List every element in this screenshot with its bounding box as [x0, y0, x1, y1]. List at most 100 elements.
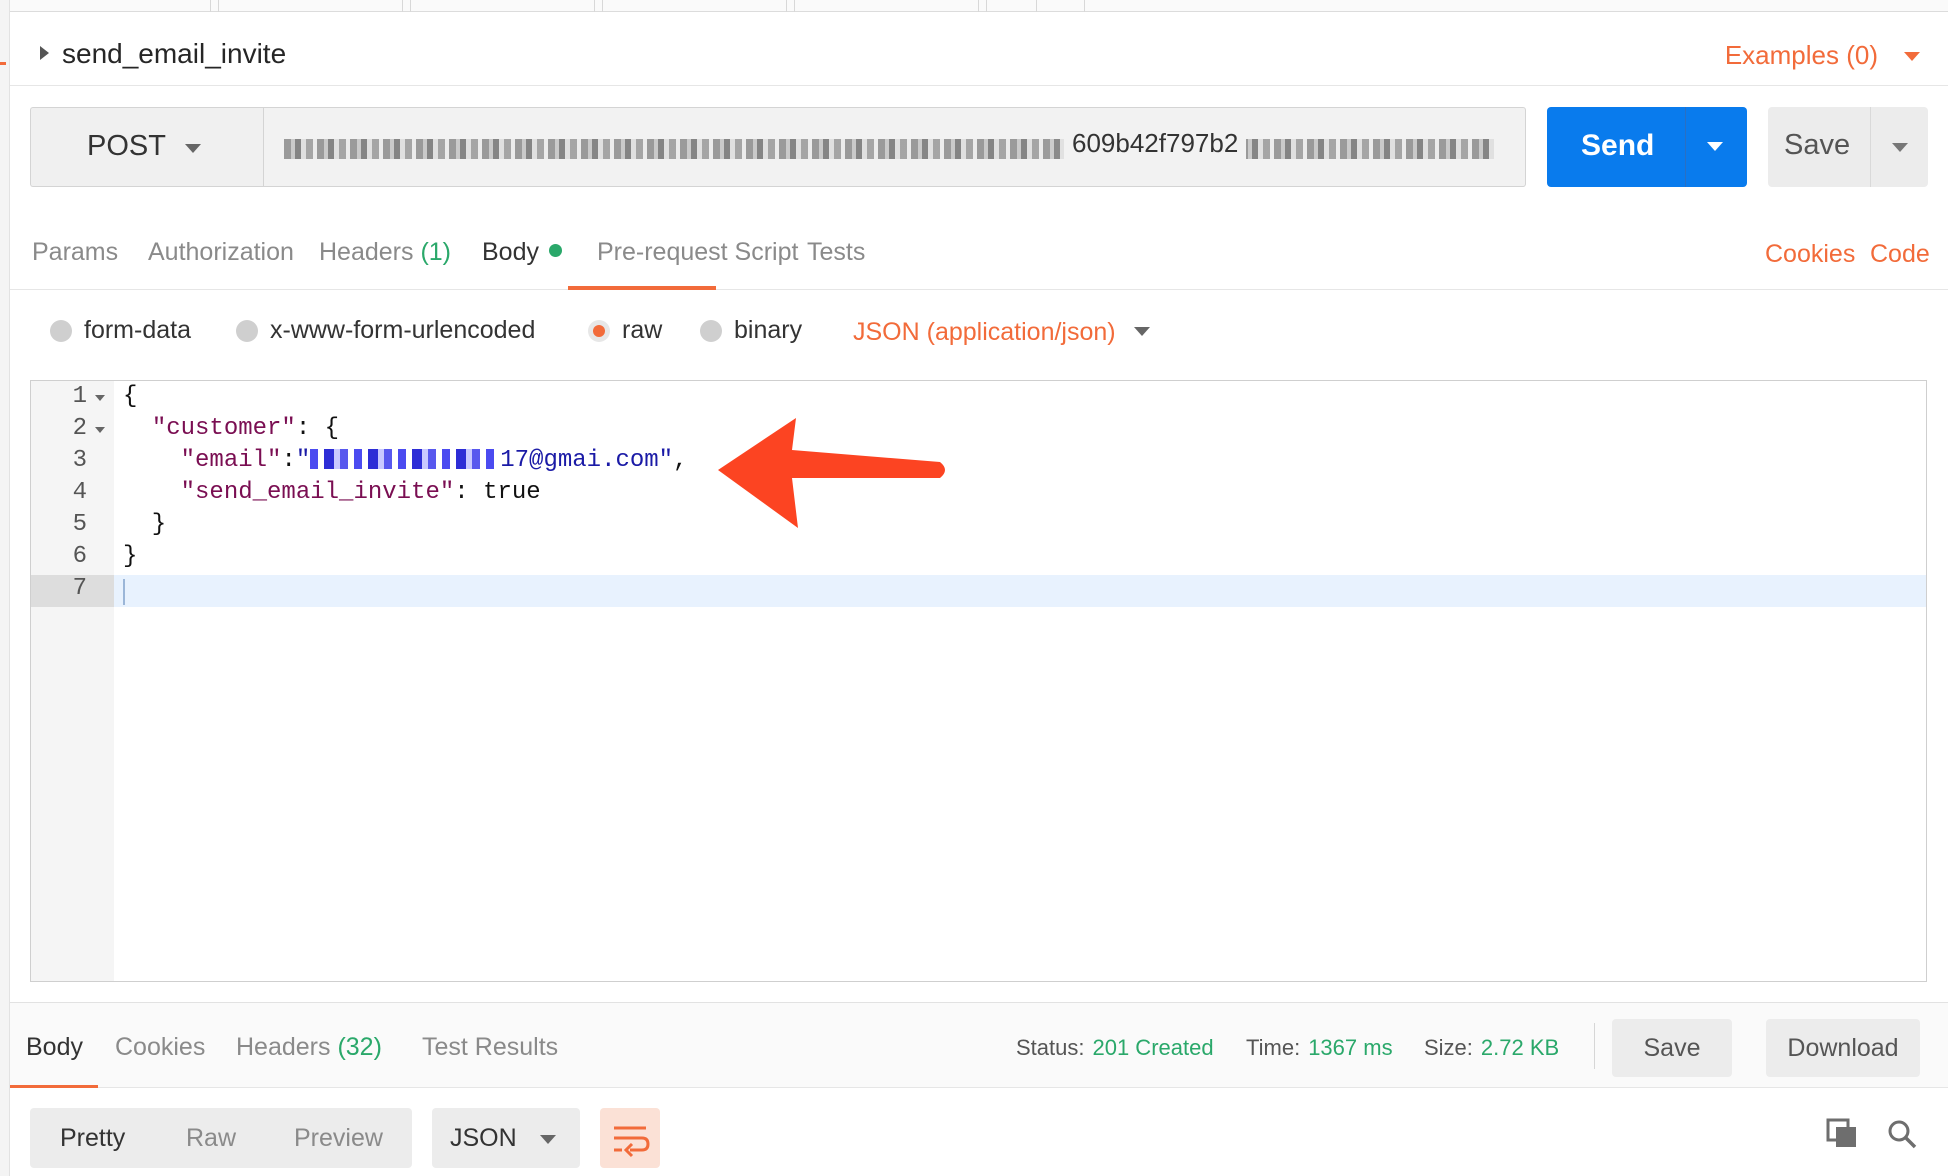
copy-icon[interactable] — [1826, 1118, 1860, 1150]
method-select[interactable]: POST — [30, 107, 263, 187]
tab-params[interactable]: Params — [32, 238, 118, 267]
tab-separator — [794, 0, 795, 12]
send-options-chevron-icon[interactable] — [1707, 142, 1723, 151]
line-number: 4 — [72, 479, 87, 506]
redacted-url — [284, 139, 1494, 159]
code-token: : — [281, 447, 296, 474]
urlencoded-label[interactable]: x-www-form-urlencoded — [270, 316, 535, 345]
request-name[interactable]: send_email_invite — [62, 38, 286, 70]
time-value: 1367 ms — [1308, 1035, 1393, 1060]
send-button[interactable]: Send — [1547, 107, 1747, 187]
radio-form-data[interactable] — [50, 320, 72, 342]
tab-authorization[interactable]: Authorization — [148, 238, 294, 267]
save-divider — [1870, 107, 1871, 187]
response-tab-cookies[interactable]: Cookies — [115, 1033, 205, 1062]
left-sidebar-edge — [0, 0, 10, 1176]
send-label: Send — [1581, 129, 1655, 162]
view-raw[interactable]: Raw — [186, 1124, 236, 1153]
response-tab-test-results[interactable]: Test Results — [422, 1033, 558, 1062]
status-value: 201 Created — [1092, 1035, 1214, 1060]
top-tab-strip — [10, 0, 1948, 12]
tab-separator — [602, 0, 603, 12]
line-number: 7 — [72, 575, 87, 602]
line-number: 6 — [72, 543, 87, 570]
status-label: Status: — [1016, 1035, 1085, 1060]
json-key-customer: "customer" — [151, 415, 296, 442]
save-options-chevron-icon[interactable] — [1892, 143, 1908, 152]
json-value-email: 17@gmai.com" — [500, 447, 674, 474]
text-cursor — [123, 579, 125, 605]
url-visible-text: 609b42f797b2 — [1064, 128, 1247, 159]
view-pretty[interactable]: Pretty — [60, 1124, 125, 1153]
chevron-down-icon[interactable] — [1134, 327, 1150, 336]
save-response-button[interactable]: Save — [1612, 1019, 1732, 1077]
line-number: 5 — [72, 511, 87, 538]
wrap-lines-icon — [614, 1126, 650, 1158]
json-key-send-email-invite: "send_email_invite" — [180, 479, 455, 506]
tab-body[interactable]: Body — [482, 238, 562, 267]
meta-divider — [1594, 1023, 1595, 1069]
radio-urlencoded[interactable] — [236, 320, 258, 342]
download-button[interactable]: Download — [1766, 1019, 1920, 1077]
response-tab-headers[interactable]: Headers (32) — [236, 1033, 382, 1062]
tab-separator — [218, 0, 219, 12]
code-token: : { — [295, 415, 340, 442]
line-number: 1 — [72, 383, 87, 410]
request-body-editor[interactable]: 1 2 3 4 5 6 7 { "customer": { "email":" 1… — [30, 380, 1927, 982]
headers-count-badge: (1) — [420, 238, 452, 266]
response-bar: Body Cookies Headers (32) Test Results S… — [10, 1002, 1948, 1089]
code-line: } — [123, 511, 167, 538]
code-link[interactable]: Code — [1870, 240, 1930, 269]
line-number: 2 — [72, 415, 87, 442]
redacted-email — [310, 449, 501, 469]
tab-body-label: Body — [482, 238, 539, 266]
search-icon[interactable] — [1886, 1118, 1918, 1150]
tab-headers-label: Headers — [319, 238, 414, 266]
tab-headers[interactable]: Headers (1) — [319, 238, 451, 267]
response-format-select[interactable]: JSON — [432, 1108, 580, 1168]
tab-separator — [594, 0, 595, 12]
tab-pre-request-script[interactable]: Pre-request Script — [597, 238, 798, 267]
save-label: Save — [1784, 129, 1851, 161]
json-key-email: "email" — [180, 447, 282, 474]
url-input[interactable]: 609b42f797b2 — [263, 107, 1526, 187]
send-divider — [1685, 107, 1686, 187]
tab-tests[interactable]: Tests — [807, 238, 865, 267]
body-type-selector: form-data x-www-form-urlencoded raw bina… — [10, 292, 1948, 372]
chevron-down-icon — [540, 1135, 556, 1144]
tab-separator — [986, 0, 987, 12]
code-line: "email":" 17@gmai.com", — [123, 447, 688, 474]
request-tabs: Params Authorization Headers (1) Body Pr… — [10, 210, 1948, 290]
save-request-button[interactable]: Save — [1768, 107, 1928, 187]
tab-separator — [1036, 0, 1037, 12]
tab-separator — [1084, 0, 1085, 12]
radio-raw[interactable] — [588, 320, 610, 342]
status-meta: Status: 201 Created — [1016, 1035, 1214, 1061]
chevron-down-icon[interactable] — [1904, 52, 1920, 61]
active-tab-indicator — [568, 286, 716, 290]
body-modified-dot — [548, 244, 562, 257]
expand-caret-icon[interactable] — [40, 46, 49, 60]
radio-binary[interactable] — [700, 320, 722, 342]
json-string-quote: " — [295, 447, 311, 474]
annotation-arrow-icon — [718, 418, 945, 528]
fold-toggle-icon[interactable] — [95, 395, 105, 401]
response-toolbar: Pretty Raw Preview JSON — [10, 1088, 1948, 1176]
response-headers-label: Headers — [236, 1033, 331, 1061]
cookies-link[interactable]: Cookies — [1765, 240, 1855, 269]
view-mode-segment: Pretty Raw Preview — [30, 1108, 412, 1168]
form-data-label[interactable]: form-data — [84, 316, 191, 345]
response-tab-body[interactable]: Body — [26, 1033, 83, 1062]
time-meta: Time: 1367 ms — [1246, 1035, 1393, 1061]
code-line: } — [123, 543, 138, 570]
request-name-row: send_email_invite Examples (0) — [10, 12, 1948, 86]
binary-label[interactable]: binary — [734, 316, 802, 345]
view-preview[interactable]: Preview — [294, 1124, 383, 1153]
raw-label[interactable]: raw — [622, 316, 662, 345]
examples-dropdown[interactable]: Examples (0) — [1725, 40, 1878, 71]
active-line-highlight — [114, 575, 1926, 607]
tab-separator — [210, 0, 211, 12]
content-type-dropdown[interactable]: JSON (application/json) — [853, 318, 1116, 347]
fold-toggle-icon[interactable] — [95, 427, 105, 433]
wrap-lines-button[interactable] — [600, 1108, 660, 1168]
